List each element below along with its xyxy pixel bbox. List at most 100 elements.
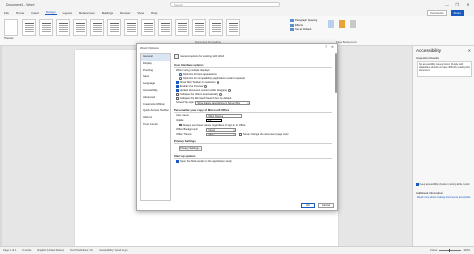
nav-item-advanced[interactable]: Advanced bbox=[141, 95, 170, 102]
tab-layout[interactable]: Layout bbox=[62, 11, 73, 15]
set-as-default-label: Set as Default bbox=[295, 28, 312, 31]
accessibility-pane: Accessibility ✕ Inspection Results No ac… bbox=[412, 46, 474, 246]
screentip-select[interactable]: Show feature descriptions in ScreenTips bbox=[195, 101, 251, 105]
cancel-button[interactable]: Cancel bbox=[318, 203, 334, 208]
optimize-compat-label: Optimize for compatibility (application … bbox=[182, 77, 245, 80]
tab-mailings[interactable]: Mailings bbox=[101, 11, 114, 15]
style-set-option[interactable] bbox=[192, 19, 206, 36]
nav-item-trust-center[interactable]: Trust Center bbox=[141, 122, 170, 129]
inspection-results-box: No accessibility issues found. People wi… bbox=[417, 61, 472, 77]
screentip-row: ScreenTip style: Show feature descriptio… bbox=[176, 101, 251, 105]
collapse-search-checkbox[interactable]: Collapse the Microsoft Search box by def… bbox=[176, 97, 231, 100]
update-content-label: Update document content while dragging bbox=[179, 89, 227, 92]
zoom-slider[interactable] bbox=[439, 249, 462, 252]
privacy-settings-button[interactable]: Privacy Settings... bbox=[179, 146, 202, 151]
check-icon bbox=[290, 28, 294, 31]
style-set-option[interactable] bbox=[90, 19, 104, 36]
ribbon-tab-bar: File Home Insert Design Layout Reference… bbox=[0, 9, 474, 16]
style-set-option[interactable] bbox=[124, 19, 138, 36]
word-options-dialog: Word Options ? ✕ General Display Proofin… bbox=[136, 43, 338, 211]
nav-item-accessibility[interactable]: Accessibility bbox=[141, 88, 170, 95]
always-use-values-checkbox[interactable]: Always use these values regardless of si… bbox=[179, 124, 246, 127]
tab-design[interactable]: Design bbox=[45, 10, 57, 15]
set-as-default-button[interactable]: Set as Default bbox=[290, 28, 317, 31]
restore-button[interactable]: ❐ bbox=[452, 1, 462, 8]
ok-button[interactable]: OK bbox=[301, 203, 315, 208]
optimize-compat-radio[interactable]: Optimize for compatibility (application … bbox=[179, 77, 245, 80]
dialog-close-button[interactable]: ✕ bbox=[331, 45, 334, 49]
language-status[interactable]: English (United States) bbox=[37, 249, 64, 252]
minimize-button[interactable]: — bbox=[442, 1, 452, 8]
office-theme-row: Office Theme: White Never change the doc… bbox=[176, 132, 289, 137]
never-change-colors-checkbox[interactable] bbox=[239, 133, 242, 136]
tab-review[interactable]: Review bbox=[119, 11, 131, 15]
initials-field[interactable]: NS bbox=[206, 118, 223, 123]
help-button[interactable]: ? bbox=[325, 45, 327, 49]
nav-item-language[interactable]: Language bbox=[141, 81, 170, 88]
office-background-select[interactable]: Circuit bbox=[206, 128, 237, 132]
focus-button[interactable]: Focus bbox=[430, 249, 437, 252]
watermark-icon[interactable] bbox=[328, 20, 334, 28]
tab-home[interactable]: Home bbox=[15, 11, 25, 15]
dialog-title: Word Options bbox=[140, 46, 159, 50]
zoom-level[interactable]: 100% bbox=[463, 249, 470, 252]
style-set-option[interactable] bbox=[73, 19, 87, 36]
style-set-option[interactable] bbox=[107, 19, 121, 36]
update-content-checkbox[interactable]: Update document content while dragging i bbox=[176, 89, 231, 92]
effects-label: Effects bbox=[295, 23, 303, 27]
live-preview-checkbox[interactable]: Enable Live Preview i bbox=[176, 85, 207, 88]
style-set-option[interactable] bbox=[56, 19, 70, 36]
user-name-label: User name: bbox=[176, 114, 190, 118]
nav-item-quick-access-toolbar[interactable]: Quick Access Toolbar bbox=[141, 108, 170, 115]
page-borders-icon[interactable] bbox=[350, 20, 356, 28]
themes-button[interactable] bbox=[4, 19, 18, 36]
style-set-gallery bbox=[22, 19, 240, 36]
collapse-ribbon-checkbox[interactable]: Collapse the ribbon automatically i bbox=[176, 93, 222, 96]
checkbox-unchecked-icon bbox=[176, 97, 179, 100]
optimize-appearance-radio[interactable]: Optimize for best appearance bbox=[179, 73, 217, 76]
page-color-icon[interactable] bbox=[339, 20, 345, 28]
status-bar: Page 1 of 1 0 words English (United Stat… bbox=[0, 246, 474, 254]
options-scrollbar[interactable] bbox=[335, 53, 337, 93]
nav-item-display[interactable]: Display bbox=[141, 61, 170, 68]
tab-references[interactable]: References bbox=[78, 11, 96, 15]
nav-item-general[interactable]: General bbox=[141, 54, 170, 61]
accessibility-status[interactable]: Accessibility: Good to go bbox=[99, 249, 127, 252]
tab-file[interactable]: File bbox=[3, 11, 10, 15]
style-set-option[interactable] bbox=[175, 19, 189, 36]
close-button[interactable]: ✕ bbox=[463, 1, 473, 8]
tab-help[interactable]: Help bbox=[150, 11, 158, 15]
style-set-option[interactable] bbox=[39, 19, 53, 36]
read-more-link[interactable]: Read more about making documents accessi… bbox=[417, 196, 470, 199]
page-count[interactable]: Page 1 of 1 bbox=[3, 249, 16, 252]
text-predictions-status[interactable]: Text Predictions: On bbox=[70, 249, 93, 252]
tab-view[interactable]: View bbox=[136, 11, 145, 15]
style-set-option[interactable] bbox=[158, 19, 172, 36]
style-set-option[interactable] bbox=[209, 19, 223, 36]
screentip-label: ScreenTip style: bbox=[176, 101, 195, 105]
paragraph-spacing-button[interactable]: Paragraph Spacing bbox=[290, 19, 317, 22]
close-icon[interactable]: ✕ bbox=[468, 48, 471, 53]
keep-running-checkbox[interactable]: Keep accessibility checker running while… bbox=[416, 183, 474, 186]
zoom-slider-thumb[interactable] bbox=[449, 249, 451, 252]
nav-item-save[interactable]: Save bbox=[141, 74, 170, 81]
effects-button[interactable]: Effects bbox=[290, 23, 317, 27]
style-set-option[interactable] bbox=[226, 19, 240, 36]
nav-item-proofing[interactable]: Proofing bbox=[141, 68, 170, 75]
user-name-field[interactable]: Nikhil Sharma bbox=[206, 114, 243, 118]
style-set-option[interactable] bbox=[141, 19, 155, 36]
mini-toolbar-checkbox[interactable]: Show Mini Toolbar on selection i bbox=[176, 81, 220, 84]
nav-item-add-ins[interactable]: Add-ins bbox=[141, 115, 170, 122]
office-theme-select[interactable]: White bbox=[206, 132, 237, 137]
multi-display-text: When using multiple displays: bbox=[176, 69, 211, 72]
word-count[interactable]: 0 words bbox=[22, 249, 31, 252]
checkbox-unchecked-icon bbox=[179, 123, 182, 127]
ribbon: Themes Document Formatting Paragraph Spa… bbox=[0, 16, 474, 46]
info-icon: i bbox=[204, 85, 207, 89]
open-email-checkbox[interactable]: Open the Mail sender in the application … bbox=[176, 160, 232, 163]
optimize-appearance-label: Optimize for best appearance bbox=[182, 73, 217, 76]
tab-insert[interactable]: Insert bbox=[30, 11, 40, 15]
style-set-option[interactable] bbox=[22, 19, 36, 36]
nav-item-customize-ribbon[interactable]: Customize Ribbon bbox=[141, 102, 170, 109]
search-input[interactable]: Search bbox=[170, 2, 280, 7]
